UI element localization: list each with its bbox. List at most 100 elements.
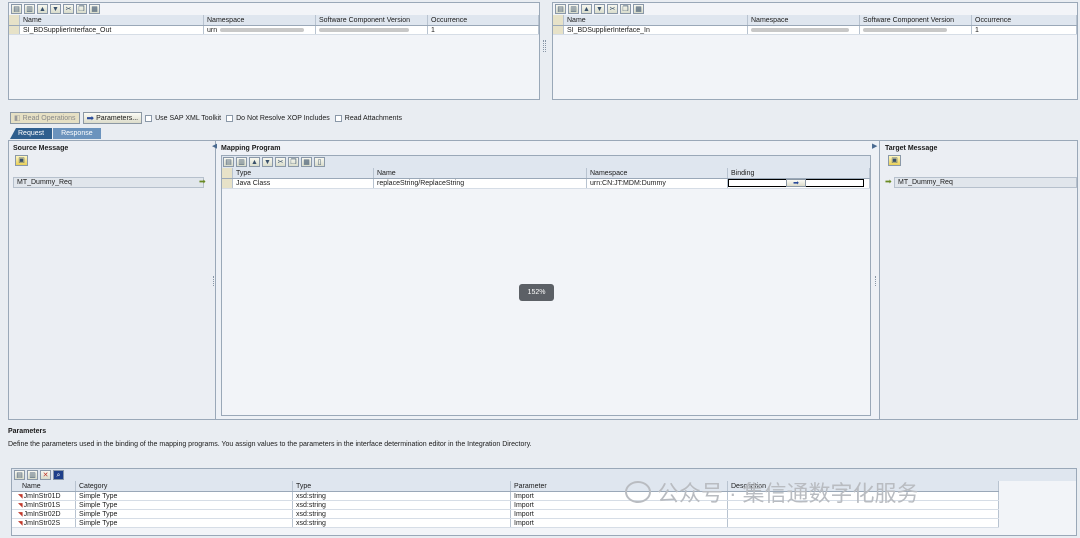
required-marker-icon: ◥ bbox=[18, 502, 23, 509]
target-message-item[interactable]: MT_Dummy_Req bbox=[894, 177, 1077, 188]
left-splitter-handle[interactable] bbox=[213, 276, 214, 286]
collapse-right-icon[interactable]: ▶ bbox=[872, 142, 877, 150]
append-row-icon[interactable]: ▥ bbox=[27, 470, 38, 480]
cut-icon[interactable]: ✂ bbox=[607, 4, 618, 14]
column-namespace[interactable]: Namespace bbox=[587, 168, 728, 178]
search-icon[interactable]: ⌕ bbox=[53, 470, 64, 480]
blurred-swcv bbox=[863, 28, 947, 32]
cell-name: ◥ JmInStr01S bbox=[12, 501, 76, 509]
cut-icon[interactable]: ✂ bbox=[63, 4, 74, 14]
outbound-interface-panel: ▤ ▥ ▲ ▼ ✂ ❐ ▦ Name Namespace Software Co… bbox=[8, 2, 540, 100]
move-up-icon[interactable]: ▲ bbox=[581, 4, 592, 14]
insert-row-icon[interactable]: ▤ bbox=[14, 470, 25, 480]
column-name[interactable]: Name bbox=[12, 481, 76, 491]
mapping-program-title: Mapping Program bbox=[221, 145, 281, 152]
column-type[interactable]: Type bbox=[293, 481, 511, 491]
cell-category: Simple Type bbox=[76, 501, 293, 509]
copy-icon[interactable]: ❐ bbox=[288, 157, 299, 167]
use-sap-xml-checkbox[interactable] bbox=[145, 114, 153, 122]
insert-row-icon[interactable]: ▤ bbox=[223, 157, 234, 167]
source-arrow-icon: ➡ bbox=[199, 177, 206, 186]
document-icon[interactable]: ▯ bbox=[314, 157, 325, 167]
parameters-label: Parameters... bbox=[96, 114, 139, 122]
read-attachments-checkbox[interactable] bbox=[334, 114, 342, 122]
table-row[interactable]: ◥ JmInStr02S Simple Type xsd:string Import bbox=[12, 519, 999, 528]
source-message-item[interactable]: MT_Dummy_Req bbox=[13, 177, 204, 188]
row-selector[interactable] bbox=[9, 26, 20, 34]
move-up-icon[interactable]: ▲ bbox=[37, 4, 48, 14]
inbound-toolbar: ▤ ▥ ▲ ▼ ✂ ❐ ▦ bbox=[553, 3, 1077, 15]
message-tabs: Request Response bbox=[10, 128, 101, 139]
cell-namespace bbox=[748, 26, 860, 34]
delete-row-icon[interactable]: ✕ bbox=[40, 470, 51, 480]
cell-occurrence: 1 bbox=[972, 26, 1077, 34]
insert-row-icon[interactable]: ▤ bbox=[555, 4, 566, 14]
cell-description[interactable] bbox=[728, 510, 999, 518]
column-swcv[interactable]: Software Component Version bbox=[860, 15, 972, 25]
cell-parameter: Import bbox=[511, 519, 728, 527]
watermark: 公众号 · 集信通数字化服务 bbox=[625, 476, 919, 508]
column-occurrence[interactable]: Occurrence bbox=[972, 15, 1077, 25]
source-message-panel: Source Message ▣ MT_Dummy_Req ➡ bbox=[9, 141, 216, 419]
cell-parameter-text: Import bbox=[514, 501, 534, 509]
parameters-button[interactable]: ➡ Parameters... bbox=[82, 112, 143, 124]
append-row-icon[interactable]: ▥ bbox=[568, 4, 579, 14]
column-binding[interactable]: Binding bbox=[728, 168, 870, 178]
column-type[interactable]: Type bbox=[233, 168, 374, 178]
cut-icon[interactable]: ✂ bbox=[275, 157, 286, 167]
wechat-icon bbox=[625, 481, 651, 503]
cell-type-text: xsd:string bbox=[296, 510, 326, 518]
cell-name-text: JmInStr02D bbox=[23, 510, 61, 518]
read-operations-button[interactable]: ◧ Read Operations bbox=[10, 112, 80, 124]
append-row-icon[interactable]: ▥ bbox=[236, 157, 247, 167]
paste-icon[interactable]: ▦ bbox=[89, 4, 100, 14]
insert-row-icon[interactable]: ▤ bbox=[11, 4, 22, 14]
table-row[interactable]: SI_BDSupplierInterface_In 1 bbox=[553, 26, 1077, 35]
move-down-icon[interactable]: ▼ bbox=[262, 157, 273, 167]
row-selector[interactable] bbox=[553, 26, 564, 34]
column-category[interactable]: Category bbox=[76, 481, 293, 491]
column-occurrence[interactable]: Occurrence bbox=[428, 15, 539, 25]
tab-response[interactable]: Response bbox=[53, 128, 101, 139]
tab-request-label: Request bbox=[18, 130, 45, 137]
move-down-icon[interactable]: ▼ bbox=[50, 4, 61, 14]
row-selector[interactable] bbox=[222, 179, 233, 188]
cell-parameter-text: Import bbox=[514, 492, 534, 500]
column-name[interactable]: Name bbox=[374, 168, 587, 178]
cell-name: ◥ JmInStr01D bbox=[12, 492, 76, 500]
cell-type: xsd:string bbox=[293, 519, 511, 527]
column-name[interactable]: Name bbox=[564, 15, 748, 25]
copy-icon[interactable]: ❐ bbox=[620, 4, 631, 14]
column-name[interactable]: Name bbox=[20, 15, 204, 25]
add-source-message-icon[interactable]: ▣ bbox=[15, 155, 28, 166]
namespace-text: urn bbox=[207, 26, 218, 34]
add-target-message-icon[interactable]: ▣ bbox=[888, 155, 901, 166]
table-row[interactable]: SI_BDSupplierInterface_Out urn 1 bbox=[9, 26, 539, 35]
watermark-text: 公众号 · 集信通数字化服务 bbox=[657, 481, 919, 506]
right-splitter-handle[interactable] bbox=[875, 276, 876, 286]
append-row-icon[interactable]: ▥ bbox=[24, 4, 35, 14]
operations-bar: ◧ Read Operations ➡ Parameters... Use SA… bbox=[10, 112, 402, 124]
read-operations-icon: ◧ bbox=[14, 115, 21, 122]
column-namespace[interactable]: Namespace bbox=[204, 15, 316, 25]
cell-description[interactable] bbox=[728, 519, 999, 527]
splitter-handle[interactable] bbox=[543, 40, 546, 52]
no-resolve-xop-checkbox[interactable] bbox=[226, 114, 234, 122]
table-row[interactable]: Java Class replaceString/ReplaceString u… bbox=[222, 179, 870, 189]
column-swcv[interactable]: Software Component Version bbox=[316, 15, 428, 25]
outbound-toolbar: ▤ ▥ ▲ ▼ ✂ ❐ ▦ bbox=[9, 3, 539, 15]
cell-namespace: urn:CN:JT:MDM:Dummy bbox=[587, 179, 728, 188]
move-down-icon[interactable]: ▼ bbox=[594, 4, 605, 14]
column-namespace[interactable]: Namespace bbox=[748, 15, 860, 25]
paste-icon[interactable]: ▦ bbox=[301, 157, 312, 167]
paste-icon[interactable]: ▦ bbox=[633, 4, 644, 14]
copy-icon[interactable]: ❐ bbox=[76, 4, 87, 14]
cell-type: xsd:string bbox=[293, 492, 511, 500]
cell-name: SI_BDSupplierInterface_Out bbox=[20, 26, 204, 34]
cell-parameter-text: Import bbox=[514, 510, 534, 518]
tab-request[interactable]: Request bbox=[10, 128, 53, 139]
move-up-icon[interactable]: ▲ bbox=[249, 157, 260, 167]
table-row[interactable]: ◥ JmInStr02D Simple Type xsd:string Import bbox=[12, 510, 999, 519]
select-column-header bbox=[553, 15, 564, 25]
binding-button[interactable]: ➡ bbox=[786, 179, 806, 187]
